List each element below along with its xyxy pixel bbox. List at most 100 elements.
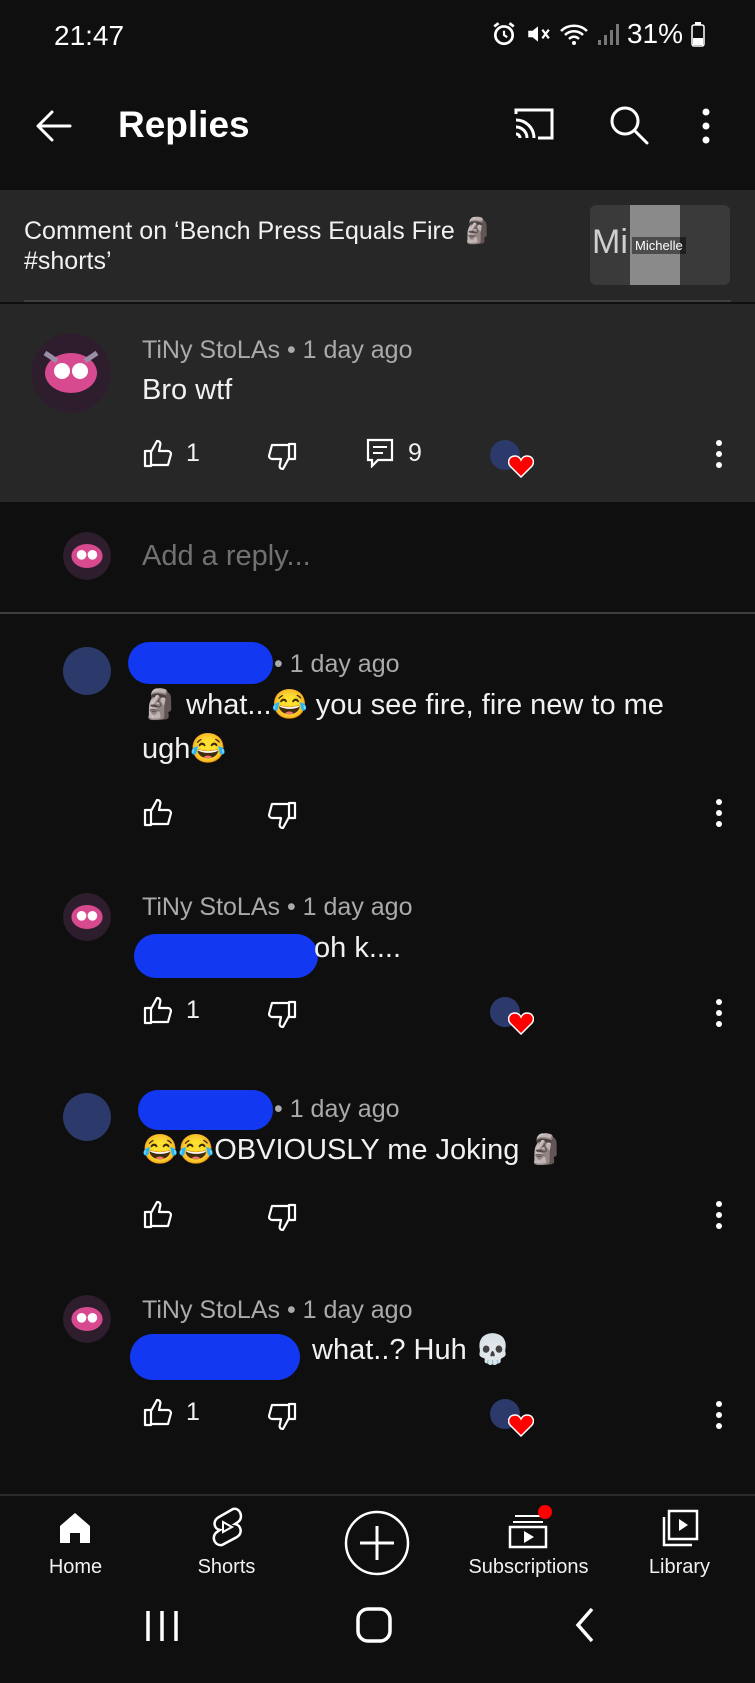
search-button[interactable] bbox=[608, 104, 650, 146]
comment-text: ugh😂 bbox=[142, 733, 227, 765]
subscriptions-icon bbox=[508, 1505, 552, 1549]
battery-percent: 31% bbox=[626, 18, 683, 49]
video-thumbnail[interactable]: Mi Michelle bbox=[590, 205, 730, 285]
thumb-down-icon bbox=[268, 442, 297, 471]
comment-text: Bro wtf bbox=[142, 374, 233, 406]
parent-comment bbox=[0, 304, 755, 502]
nav-home[interactable]: Home bbox=[0, 1496, 151, 1586]
owl-avatar-icon bbox=[63, 1295, 111, 1343]
comment-time: • 1 day ago bbox=[274, 1095, 400, 1123]
search-icon bbox=[610, 106, 649, 145]
dislike-button[interactable] bbox=[268, 1402, 298, 1432]
nav-subscriptions[interactable]: Subscriptions bbox=[453, 1496, 604, 1586]
thumb-label: Michelle bbox=[632, 237, 686, 254]
dislike-button[interactable] bbox=[268, 1203, 298, 1233]
thumb-up-icon bbox=[143, 798, 172, 827]
dislike-button[interactable] bbox=[268, 1000, 298, 1030]
nav-library[interactable]: Library bbox=[604, 1496, 755, 1586]
creator-heart bbox=[490, 1399, 538, 1439]
like-count: 1 bbox=[186, 438, 200, 467]
back-arrow-icon bbox=[36, 110, 72, 142]
comment-menu-button[interactable] bbox=[714, 799, 724, 827]
avatar[interactable] bbox=[63, 1295, 111, 1343]
more-vert-icon bbox=[716, 1201, 722, 1229]
comment-text: oh k.... bbox=[314, 932, 402, 964]
like-count: 1 bbox=[186, 1397, 200, 1426]
chevron-left-icon bbox=[575, 1607, 594, 1643]
reply-comment-icon bbox=[366, 438, 394, 468]
like-button[interactable] bbox=[142, 1199, 172, 1229]
comment-author[interactable]: TiNy StoLAs bbox=[142, 1296, 280, 1324]
comment-author[interactable]: TiNy StoLAs bbox=[142, 336, 280, 364]
heart-icon bbox=[508, 1414, 534, 1437]
like-button[interactable]: 1 bbox=[142, 995, 200, 1025]
heart-icon bbox=[508, 1012, 534, 1035]
add-reply-input[interactable]: Add a reply... bbox=[142, 540, 311, 573]
redacted-name bbox=[138, 1090, 273, 1130]
heart-icon bbox=[508, 455, 534, 478]
context-title: Comment on ‘Bench Press Equals Fire 🗿 #s… bbox=[24, 217, 493, 275]
creator-heart bbox=[490, 440, 538, 480]
redacted-mention bbox=[130, 1334, 300, 1380]
avatar bbox=[63, 532, 111, 580]
owl-avatar-icon bbox=[63, 893, 111, 941]
comment-text: 🗿 what...😂 you see fire, fire new to me bbox=[142, 689, 664, 721]
recent-apps-button[interactable] bbox=[140, 1605, 184, 1645]
nav-label: Subscriptions bbox=[468, 1556, 589, 1578]
redacted-mention bbox=[134, 934, 318, 978]
more-vert-icon bbox=[716, 999, 722, 1027]
more-vert-icon bbox=[716, 440, 722, 468]
creator-heart bbox=[490, 997, 538, 1037]
recent-apps-icon bbox=[146, 1611, 178, 1641]
status-icons: 31% bbox=[491, 18, 705, 50]
system-back-button[interactable] bbox=[570, 1605, 600, 1645]
thumb-up-icon bbox=[143, 439, 172, 468]
mute-icon bbox=[528, 26, 550, 42]
comment-author[interactable]: TiNy StoLAs bbox=[142, 893, 280, 921]
avatar[interactable] bbox=[63, 1093, 111, 1141]
alarm-icon bbox=[493, 22, 515, 46]
page-title: Replies bbox=[118, 104, 250, 145]
nav-label: Home bbox=[48, 1556, 103, 1578]
thumb-big-text: Mi bbox=[592, 223, 628, 261]
home-square-icon bbox=[356, 1607, 392, 1643]
nav-create[interactable] bbox=[302, 1496, 453, 1586]
nav-label: Library bbox=[648, 1556, 711, 1578]
thumb-down-icon bbox=[268, 1402, 297, 1431]
comment-menu-button[interactable] bbox=[714, 440, 724, 468]
comment-time: • 1 day ago bbox=[286, 893, 413, 921]
dislike-button[interactable] bbox=[268, 442, 298, 472]
home-system-button[interactable] bbox=[354, 1605, 394, 1645]
avatar[interactable] bbox=[63, 893, 111, 941]
thumb-down-icon bbox=[268, 1203, 297, 1232]
comment-time: • 1 day ago bbox=[286, 336, 413, 364]
create-icon bbox=[344, 1510, 410, 1576]
cast-icon bbox=[514, 108, 554, 140]
like-button[interactable] bbox=[142, 797, 172, 827]
avatar[interactable] bbox=[31, 333, 111, 413]
avatar[interactable] bbox=[63, 647, 111, 695]
divider bbox=[24, 300, 731, 302]
comment-time: • 1 day ago bbox=[286, 1296, 413, 1324]
library-icon bbox=[662, 1509, 699, 1547]
comment-menu-button[interactable] bbox=[714, 1401, 724, 1429]
like-button[interactable]: 1 bbox=[142, 438, 200, 468]
cast-button[interactable] bbox=[512, 104, 556, 144]
battery-icon bbox=[691, 22, 705, 47]
more-vert-icon bbox=[716, 799, 722, 827]
like-button[interactable]: 1 bbox=[142, 1397, 200, 1427]
comment-text: 😂😂OBVIOUSLY me Joking 🗿 bbox=[142, 1134, 564, 1166]
system-nav-bar bbox=[0, 1585, 755, 1683]
signal-icon bbox=[597, 24, 619, 45]
back-button[interactable] bbox=[34, 106, 74, 146]
comment-time: • 1 day ago bbox=[274, 650, 400, 678]
comment-menu-button[interactable] bbox=[714, 1201, 724, 1229]
wifi-icon bbox=[560, 24, 588, 45]
dislike-button[interactable] bbox=[268, 801, 298, 831]
comment-menu-button[interactable] bbox=[714, 999, 724, 1027]
nav-shorts[interactable]: Shorts bbox=[151, 1496, 302, 1586]
replies-button[interactable]: 9 bbox=[366, 438, 422, 468]
thumb-up-icon bbox=[143, 1398, 172, 1427]
bottom-nav: Home Shorts Subscriptions Library bbox=[0, 1496, 755, 1586]
more-options-button[interactable] bbox=[700, 108, 712, 144]
